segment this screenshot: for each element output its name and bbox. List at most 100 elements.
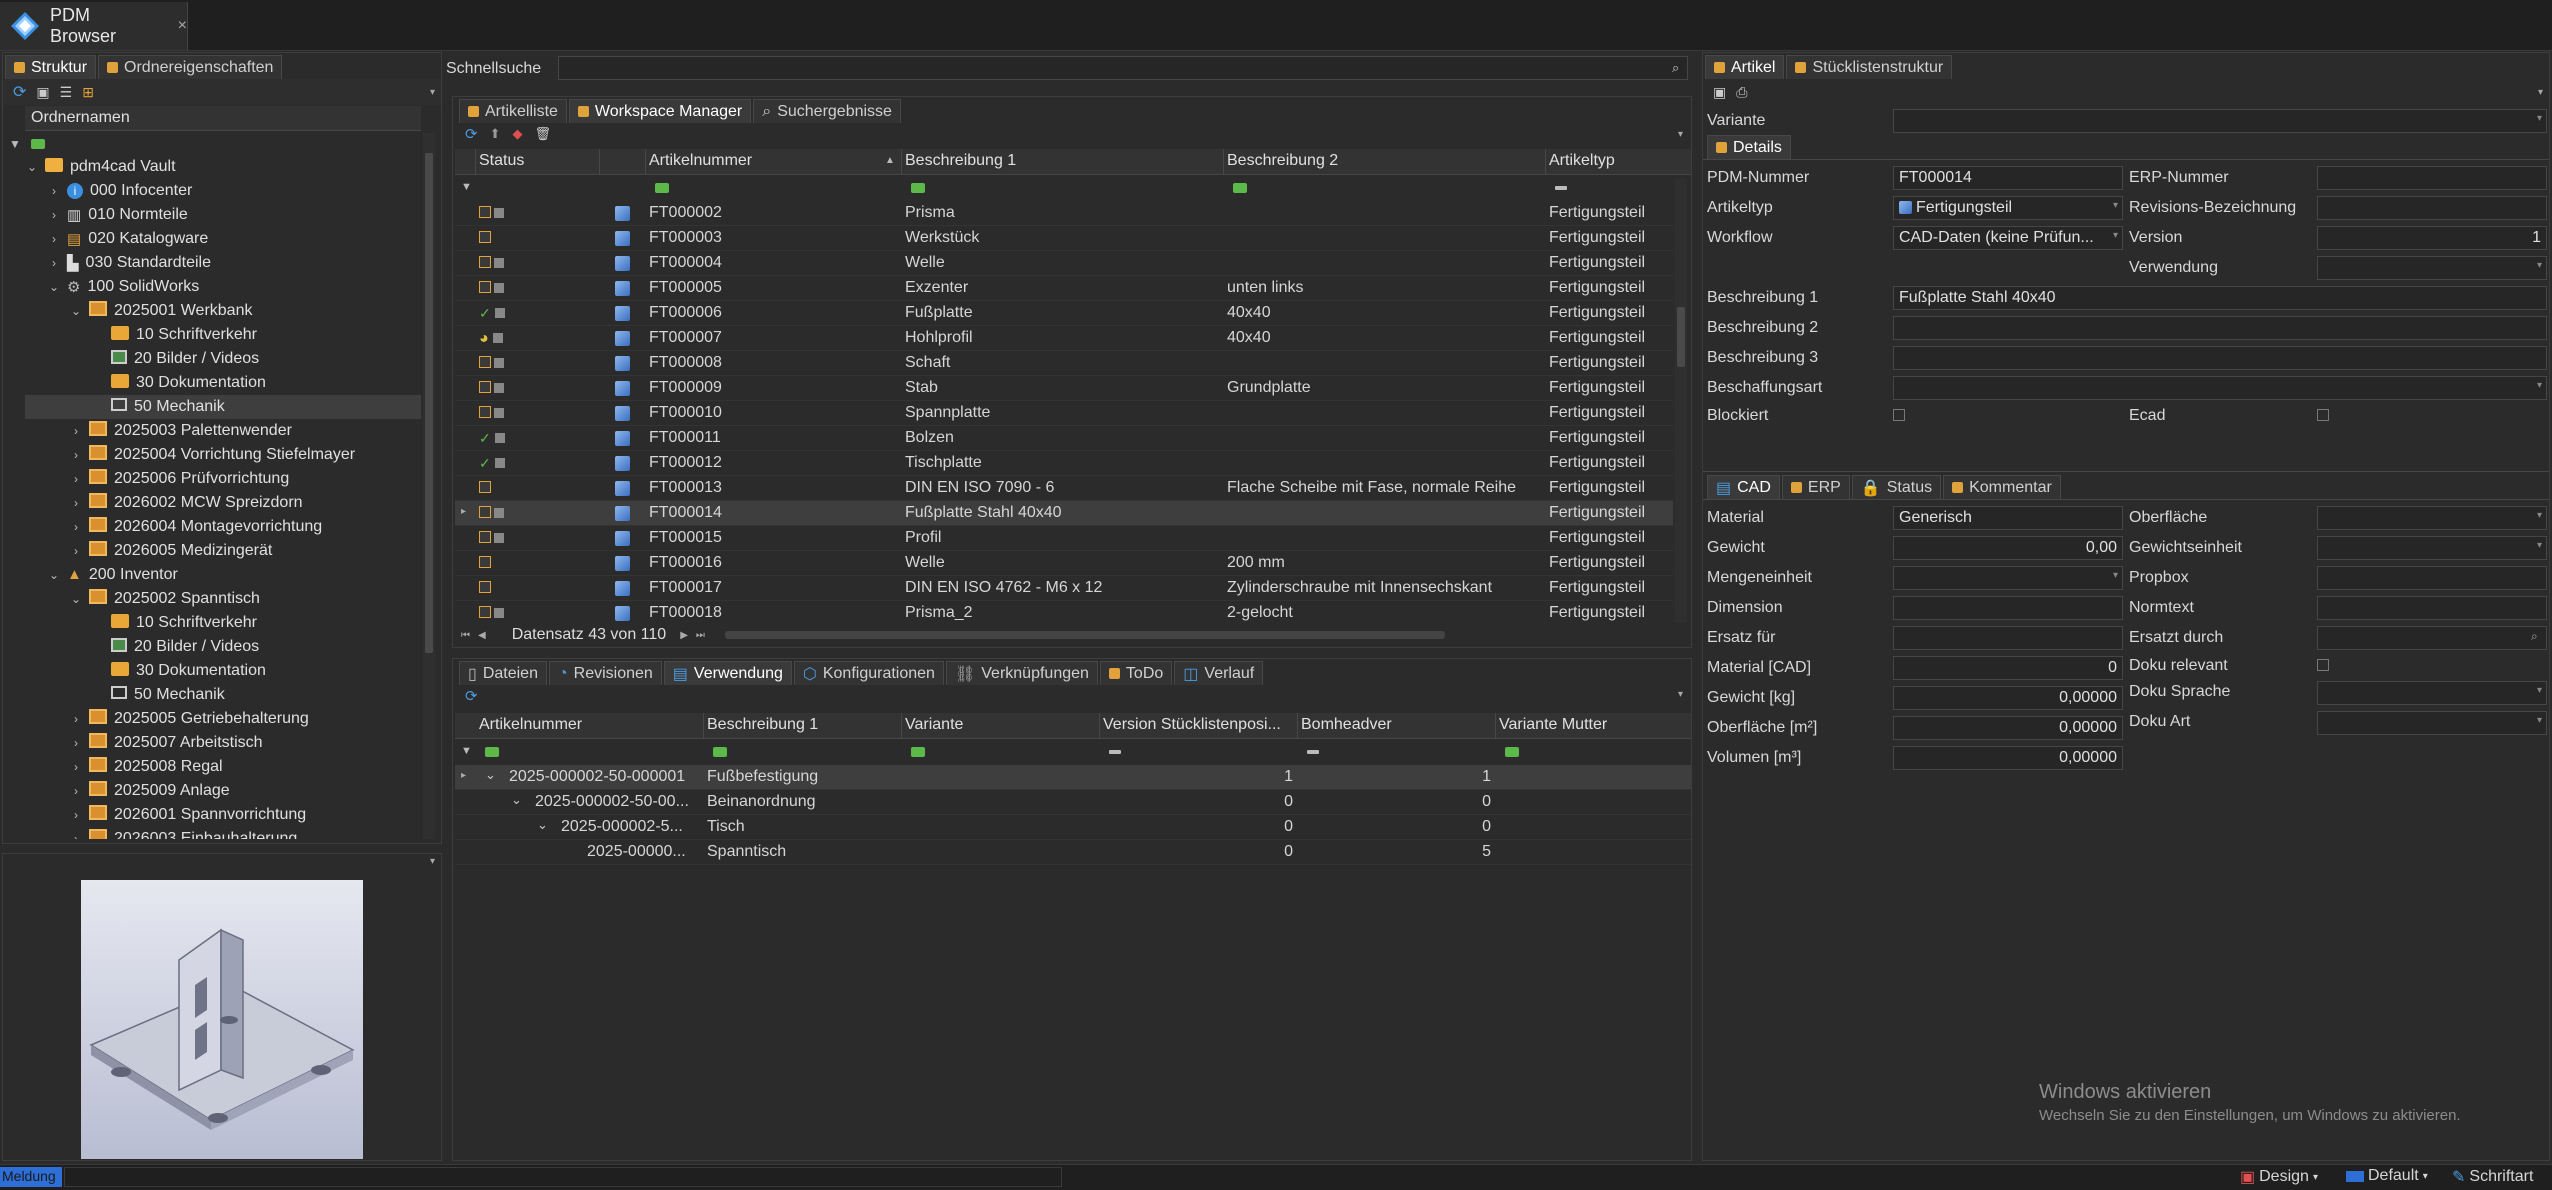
chevron-down-icon[interactable]: ⌄ [47,280,61,294]
tree-item[interactable]: › 2026003 Einbauhalterung [69,827,297,839]
ecad-checkbox[interactable] [2317,409,2329,421]
tab-artikelliste[interactable]: Artikelliste [459,99,567,123]
beschreibung1-field[interactable]: Fußplatte Stahl 40x40 [1893,286,2547,310]
chevron-right-icon[interactable]: › [69,736,83,750]
mengeneinheit-select[interactable] [1893,566,2123,590]
column-header-beschreibung2[interactable]: Beschreibung 2 [1227,152,1338,170]
chevron-down-icon[interactable]: ⌄ [485,767,496,783]
default-menu[interactable]: Default ▾ [2346,1167,2428,1185]
column-header-artikeltyp[interactable]: Artikeltyp [1549,152,1615,170]
chevron-down-icon[interactable]: ⌄ [25,160,39,174]
tree-item[interactable]: 30 Dokumentation [91,659,266,683]
pdm-nummer-field[interactable]: FT000014 [1893,166,2123,190]
article-scrollbar[interactable] [1675,179,1687,623]
tree-item[interactable]: › 2025004 Vorrichtung Stiefelmayer [69,443,355,467]
tree-item[interactable]: › 2025005 Getriebehalterung [69,707,309,731]
column-header-beschreibung1[interactable]: Beschreibung 1 [905,152,1016,170]
table-row[interactable]: ✓ FT000012 Tischplatte Fertigungsteil [455,451,1673,476]
gewicht-kg-field[interactable]: 0,00000 [1893,686,2123,710]
save-icon[interactable]: ▣ [36,84,49,101]
chevron-right-icon[interactable]: › [69,544,83,558]
tree-item[interactable]: ⌄ ⚙ 100 SolidWorks [47,275,199,299]
table-row[interactable]: ✓ FT000006 Fußplatte 40x40 Fertigungsteil [455,301,1673,326]
tab-dateien[interactable]: ▯ Dateien [459,661,547,685]
table-row[interactable]: FT000005 Exzenter unten links Fertigungstei… [455,276,1673,301]
material-field[interactable]: Generisch [1893,506,2123,530]
tree-item[interactable]: 20 Bilder / Videos [91,347,259,371]
doku-art-select[interactable] [2317,711,2547,735]
ersatz-fuer-field[interactable] [1893,626,2123,650]
nav-first-icon[interactable]: ⏮ [461,630,470,641]
tree-item[interactable]: › ▙ 030 Standardteile [47,251,211,275]
oberflaeche-m2-field[interactable]: 0,00000 [1893,716,2123,740]
chevron-down-icon[interactable]: ⌄ [69,304,83,318]
chevron-down-icon[interactable]: ⌄ [511,792,522,808]
tab-todo[interactable]: ToDo [1099,661,1173,685]
tree-item[interactable]: › 2025006 Prüfvorrichtung [69,467,289,491]
table-row[interactable]: FT000018 Prisma_2 2-gelocht Fertigungsteil [455,601,1673,621]
doku-relevant-checkbox[interactable] [2317,659,2329,671]
list-icon[interactable]: ☰ [60,84,73,101]
design-menu[interactable]: ▣ Design ▾ [2240,1167,2318,1187]
dimension-field[interactable] [1893,596,2123,620]
chevron-right-icon[interactable]: › [69,784,83,798]
chevron-right-icon[interactable]: › [69,760,83,774]
chevron-down-icon[interactable]: ⌄ [47,568,61,582]
nav-prev-icon[interactable]: ◀ [478,630,486,641]
tree-item[interactable]: 50 Mechanik [91,683,225,707]
tree-item[interactable]: 50 Mechanik [25,395,421,419]
column-header-beschreibung1[interactable]: Beschreibung 1 [707,716,818,734]
table-row[interactable]: FT000004 Welle Fertigungsteil [455,251,1673,276]
article-filter-row[interactable]: ▼ [455,177,1691,199]
filter-row[interactable]: ▼ [3,133,423,155]
tree-item[interactable]: › 2026005 Medizingerät [69,539,272,563]
tab-status[interactable]: 🔒 Status [1851,475,1942,499]
table-row[interactable]: 2025-00000... Spanntisch 0 5 [455,840,1691,865]
eraser-icon[interactable]: ◆ [512,126,522,142]
delete-icon[interactable]: 🗑 [534,126,551,142]
tab-kommentar[interactable]: Kommentar [1943,475,2061,499]
beschreibung2-field[interactable] [1893,316,2547,340]
preview-menu-icon[interactable]: ▾ [430,856,435,867]
table-row[interactable]: FT000002 Prisma Fertigungsteil [455,201,1673,226]
search-icon[interactable]: ⌕ [1672,60,1679,76]
tree-item[interactable]: › 2025008 Regal [69,755,223,779]
version-field[interactable]: 1 [2317,226,2547,250]
tree-item[interactable]: ⌄ pdm4cad Vault [25,157,176,179]
chevron-right-icon[interactable]: › [69,808,83,822]
toolbar-menu-icon[interactable]: ▾ [1678,689,1683,700]
beschreibung3-field[interactable] [1893,346,2547,370]
tree-item[interactable]: › ▥ 010 Normteile [47,203,188,227]
table-row[interactable]: FT000016 Welle 200 mm Fertigungsteil [455,551,1673,576]
folder-column-header[interactable]: Ordnernamen [25,106,421,131]
toolbar-menu-icon[interactable]: ▾ [1678,129,1683,140]
print-icon[interactable]: ⎙ [1736,84,1747,101]
refresh-icon[interactable]: ⟳ [465,125,478,143]
revision-field[interactable] [2317,196,2547,220]
tree-item[interactable]: › 2025003 Palettenwender [69,419,292,443]
oberflaeche-select[interactable] [2317,506,2547,530]
tree-item[interactable]: 30 Dokumentation [91,371,266,395]
chevron-right-icon[interactable]: › [69,496,83,510]
tree-item[interactable]: ⌄ 2025002 Spanntisch [69,587,260,611]
column-header-variante-mutter[interactable]: Variante Mutter [1499,716,1607,734]
column-header-artikelnummer[interactable]: Artikelnummer [649,152,752,170]
workflow-select[interactable]: CAD-Daten (keine Prüfun... [1893,226,2123,250]
column-header-artikelnummer[interactable]: Artikelnummer [479,716,582,734]
tab-suchergebnisse[interactable]: ⌕ Suchergebnisse [753,99,901,123]
gewicht-field[interactable]: 0,00 [1893,536,2123,560]
tree-item[interactable]: › 2025007 Arbeitstisch [69,731,263,755]
gewichtseinheit-select[interactable] [2317,536,2547,560]
tree-item[interactable]: › 2026002 MCW Spreizdorn [69,491,303,515]
tab-struktur[interactable]: Struktur [5,55,97,79]
save-icon[interactable]: ▣ [1713,84,1726,101]
table-row[interactable]: FT000015 Profil Fertigungsteil [455,526,1673,551]
usage-filter-row[interactable]: ▼ [455,741,1691,763]
chevron-right-icon[interactable]: › [47,208,61,222]
column-header-version[interactable]: Version Stücklistenposi... [1103,716,1293,734]
font-menu[interactable]: ✎ Schriftart [2452,1167,2533,1187]
tab-ordnereigenschaften[interactable]: Ordnereigenschaften [98,55,283,79]
column-header-status[interactable]: Status [479,152,524,170]
tab-revisionen[interactable]: ◔ Revisionen [548,661,662,685]
tab-stuecklistenstruktur[interactable]: Stücklistenstruktur [1786,55,1953,79]
